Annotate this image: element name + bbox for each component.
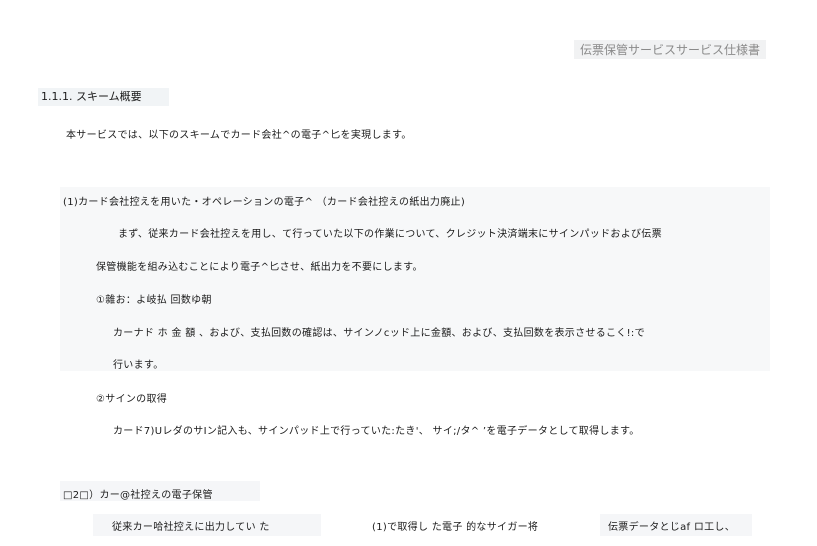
bottom-middle-text: (1)で取得し た電子 的なサイガー将 xyxy=(372,522,539,533)
document-header-title: 伝票保管サービスサービス仕様書 xyxy=(574,40,767,59)
subsection-1-block xyxy=(60,187,770,371)
item-1-title: ①雜お：よ岐払 回数ゆ朝 xyxy=(96,295,212,306)
subsection-2-title: □2□）カー@社控えの電子保管 xyxy=(63,490,213,501)
section-heading: 1.1.1. スキーム概要 xyxy=(38,88,169,106)
bottom-right-text: 伝票データとじaf ロ工し、 xyxy=(608,522,736,533)
item-1-line-1: カーナド ホ 金 額 、および、支払回数の確認は、サインノcッド上に金額、および… xyxy=(113,328,645,339)
bottom-left-text: 従来カー哈社控えに出力してい た xyxy=(112,522,270,533)
item-1-line-2: 行います。 xyxy=(113,360,164,371)
subsection-1-line-2: 保管機能を組み込むことにより電子^匕させ、紙出力を不要にします。 xyxy=(96,262,423,273)
intro-paragraph: 本サービスでは、以下のスキームでカード会社^の電子^匕を実現します。 xyxy=(66,130,412,141)
subsection-1-line-1: まず、従来カード会社控えを用し、て行っていた以下の作業について、クレジット決済端… xyxy=(118,229,662,240)
item-2-title: ②サインの取得 xyxy=(96,394,168,405)
subsection-1-title: (1)カード会社控えを用いた・オペレーションの電子^ （カード会社控えの紙出力廃… xyxy=(63,197,466,208)
item-2-line-1: カード7)UレダのサIン記入も、サインパッド上で行っていた:たき'、 サイ;/タ… xyxy=(113,426,640,437)
